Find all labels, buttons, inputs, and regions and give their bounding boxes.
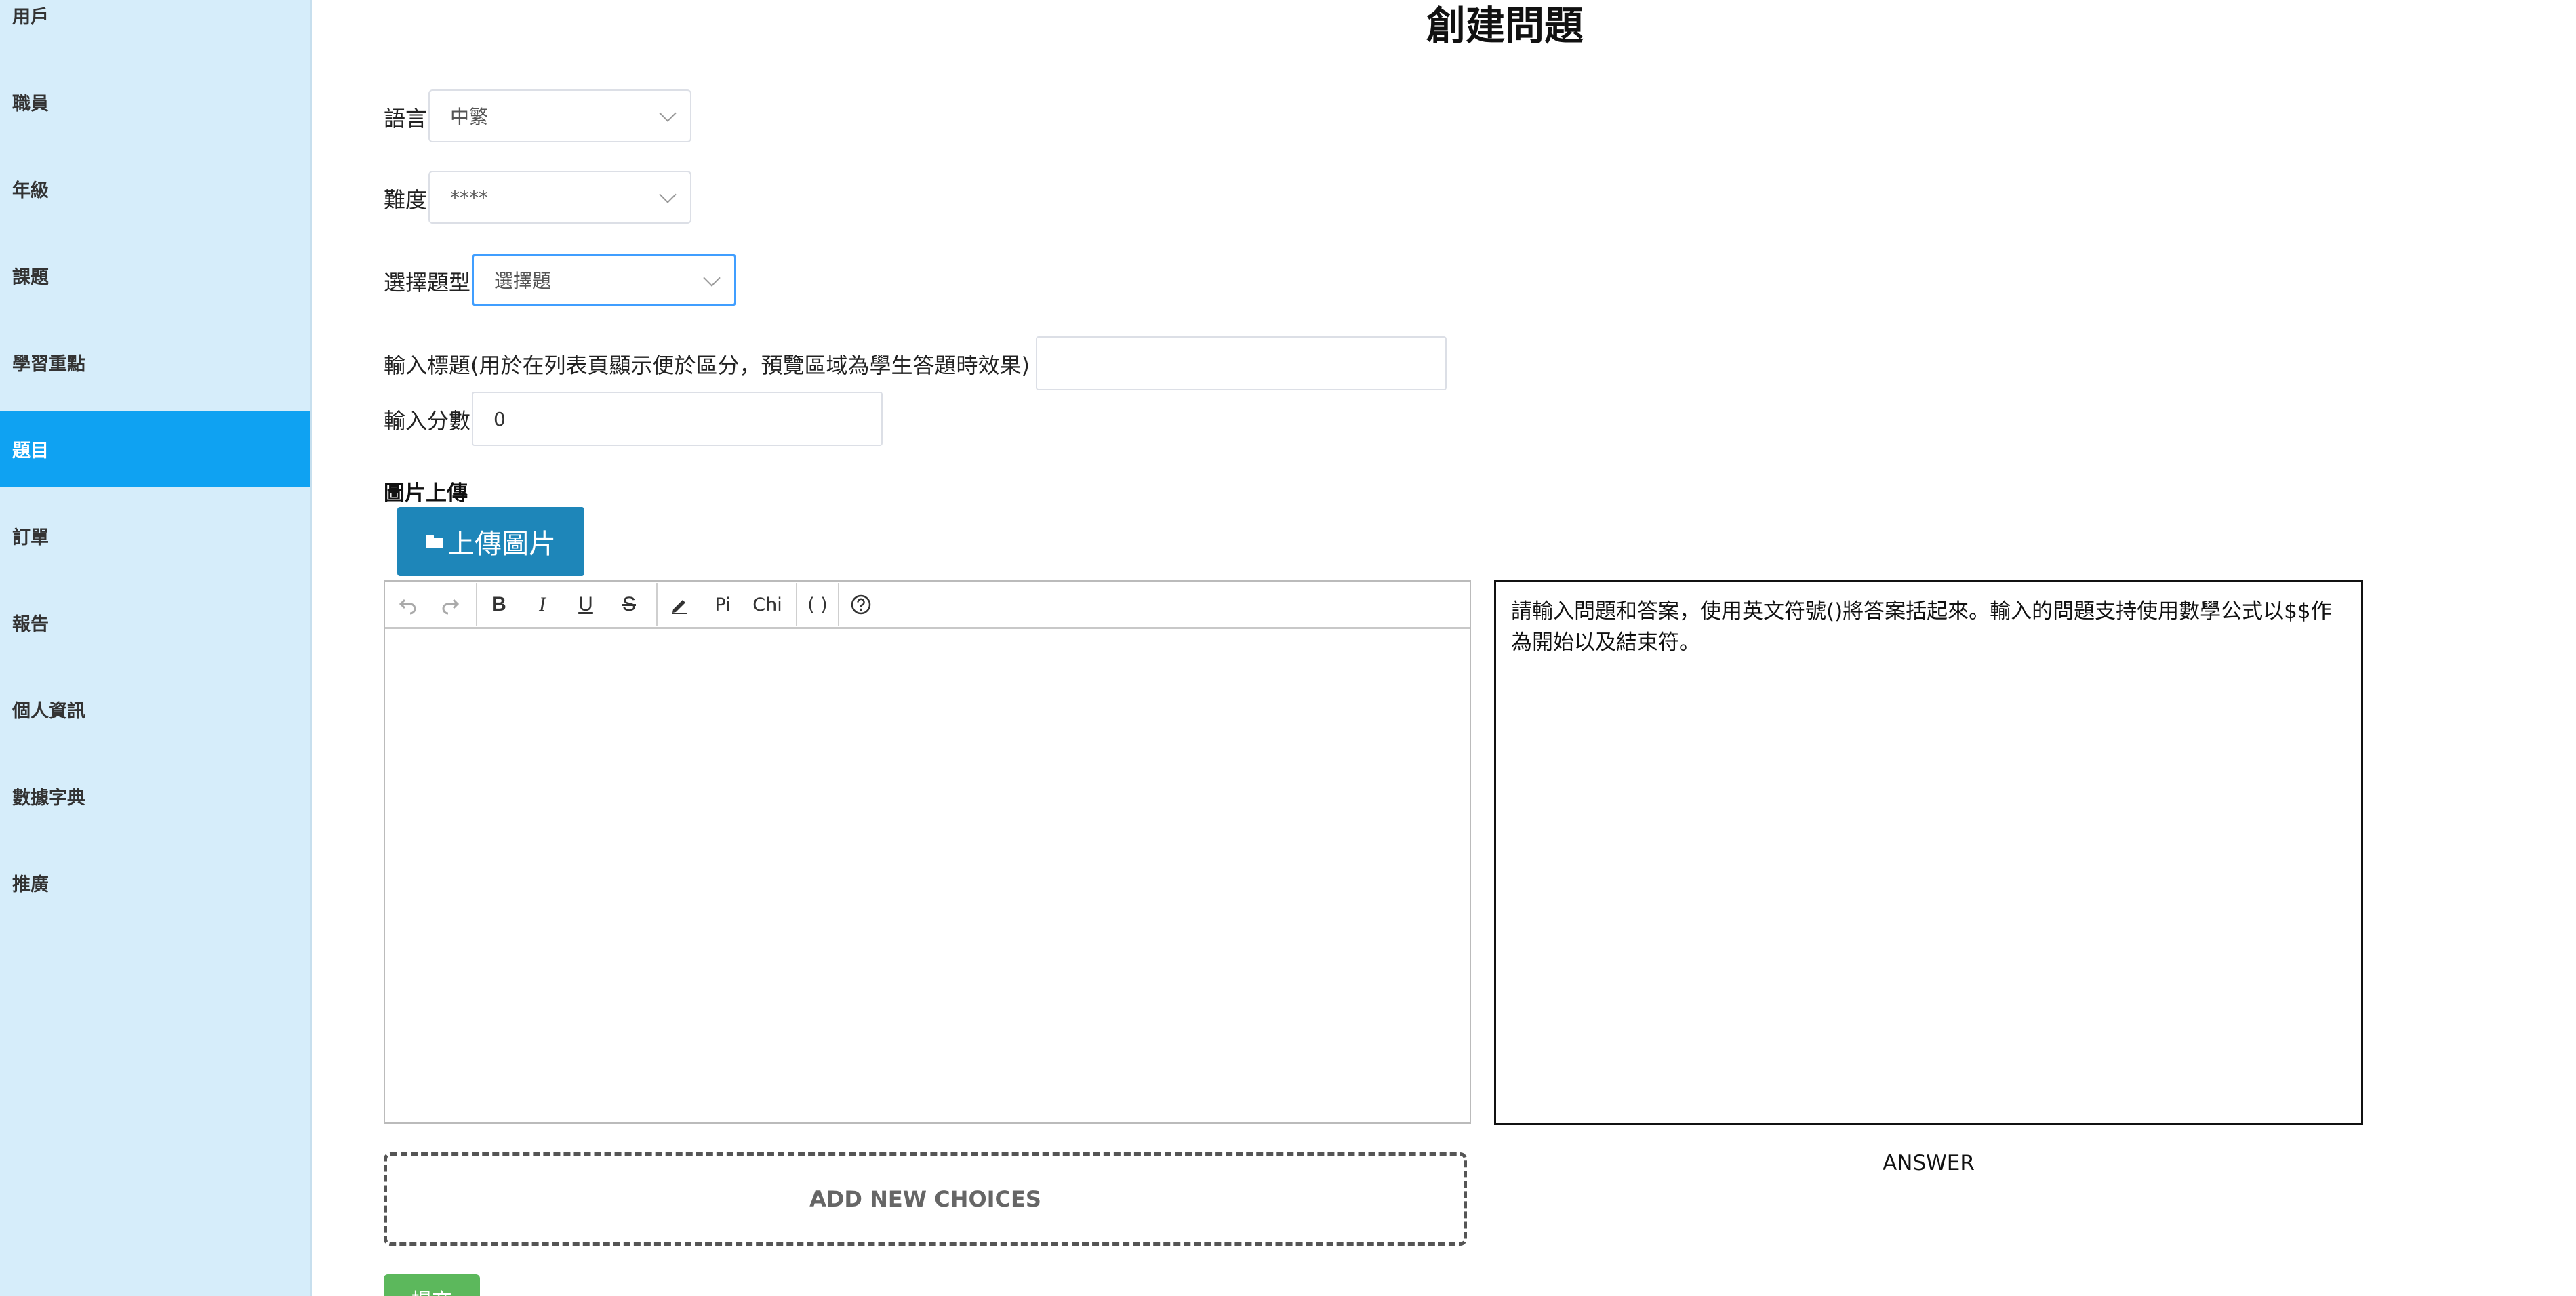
toolbar-separator [476,583,477,626]
question-type-select[interactable]: 選擇題 [472,254,736,306]
sidebar-item-staff[interactable]: 職員 [0,64,310,140]
italic-button[interactable]: I [529,590,556,620]
pencil-icon[interactable] [666,590,693,620]
underline-button[interactable]: U [572,590,599,620]
score-input-label: 輸入分數 [384,408,471,434]
redo-icon[interactable] [437,590,464,620]
sidebar-item-label: 報告 [12,613,49,635]
language-select-value: 中繁 [450,106,489,128]
language-select[interactable]: 中繁 [428,89,691,142]
sidebar-item-profile[interactable]: 個人資訊 [0,671,310,747]
upload-image-button-label: 上傳圖片 [447,529,556,560]
help-icon[interactable] [847,590,874,620]
undo-icon[interactable] [395,590,422,620]
editor-toolbar: B I U S Pi Chi ( ) [385,582,1470,629]
parentheses-button[interactable]: ( ) [803,590,832,620]
sidebar-item-promotion[interactable]: 推廣 [0,845,310,920]
sidebar-item-topics[interactable]: 課題 [0,237,310,313]
chevron-down-icon [659,104,677,122]
sidebar-item-questions[interactable]: 題目 [0,411,310,487]
folder-icon [426,535,443,548]
sidebar-item-learning-points[interactable]: 學習重點 [0,324,310,400]
sidebar-item-label: 題目 [12,440,49,462]
sidebar-item-orders[interactable]: 訂單 [0,498,310,573]
toolbar-separator [656,583,658,626]
editor-content-area[interactable] [385,629,1470,1122]
bold-button[interactable]: B [485,590,512,620]
submit-button-label: 提交 [411,1284,452,1296]
sidebar-item-label: 數據字典 [12,787,85,809]
title-input-label: 輸入標題(用於在列表頁顯示便於區分，預覽區域為學生答題時效果) [384,352,1030,378]
question-type-select-value: 選擇題 [494,270,552,292]
chevron-down-icon [703,269,721,287]
score-input[interactable]: 0 [472,392,883,446]
sidebar-item-data-dictionary[interactable]: 數據字典 [0,758,310,834]
submit-button[interactable]: 提交 [384,1274,480,1296]
sidebar-item-label: 訂單 [12,527,49,548]
sidebar-item-label: 推廣 [12,874,49,895]
difficulty-select-value: **** [450,186,488,209]
sidebar-item-users[interactable]: 用戶 [0,0,310,53]
sidebar-item-label: 年級 [12,180,49,201]
sidebar-item-label: 個人資訊 [12,700,85,722]
score-input-value: 0 [494,407,506,430]
sidebar-item-label: 職員 [12,93,49,115]
sidebar-item-label: 課題 [12,266,49,288]
add-new-choices-button[interactable]: ADD NEW CHOICES [384,1152,1467,1246]
difficulty-select[interactable]: **** [428,171,691,224]
app-window: 用戶 職員 年級 課題 學習重點 題目 訂單 報告 個人資訊 數據字典 推廣 創… [0,0,2576,1296]
sidebar-item-label: 用戶 [12,6,49,28]
upload-image-button[interactable]: 上傳圖片 [397,507,584,576]
language-label: 語言 [384,106,428,131]
chevron-down-icon [659,186,677,203]
answer-instructions: 請輸入問題和答案，使用英文符號()將答案括起來。輸入的問題支持使用數學公式以$$… [1511,599,2332,655]
answer-label: ANSWER [1883,1151,1975,1175]
add-new-choices-label: ADD NEW CHOICES [809,1186,1041,1212]
toolbar-separator [838,583,839,626]
image-upload-label: 圖片上傳 [384,481,468,506]
title-input[interactable] [1036,336,1447,390]
page-title: 創建問題 [1426,3,1584,49]
main-content: 創建問題 語言 中繁 難度 **** 選擇題型 選擇題 輸入標題(用於在列表頁顯… [312,0,2576,1296]
chi-button[interactable]: Chi [747,590,788,620]
sidebar-item-reports[interactable]: 報告 [0,584,310,660]
question-type-label: 選擇題型 [384,270,471,296]
sidebar-item-label: 學習重點 [12,353,85,375]
difficulty-label: 難度 [384,187,428,213]
sidebar-item-grades[interactable]: 年級 [0,150,310,226]
answer-preview-box: 請輸入問題和答案，使用英文符號()將答案括起來。輸入的問題支持使用數學公式以$$… [1494,580,2363,1125]
sidebar: 用戶 職員 年級 課題 學習重點 題目 訂單 報告 個人資訊 數據字典 推廣 [0,0,312,1296]
strikethrough-button[interactable]: S [616,590,643,620]
toolbar-separator [796,583,797,626]
question-editor: B I U S Pi Chi ( ) [384,580,1471,1124]
pi-button[interactable]: Pi [706,590,739,620]
